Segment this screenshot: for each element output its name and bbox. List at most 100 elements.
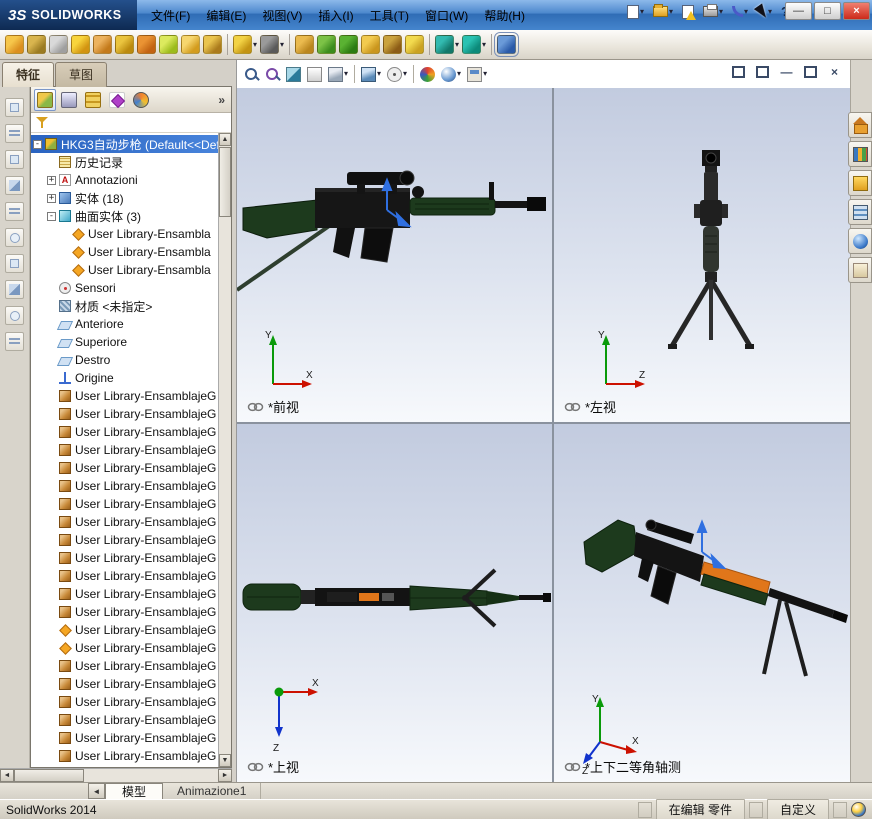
tree-item[interactable]: User Library-EnsamblajeG (31, 621, 231, 639)
display-style-icon[interactable]: ▾ (359, 65, 383, 84)
custom-properties-icon[interactable] (848, 257, 872, 283)
tree-item[interactable]: User Library-EnsamblajeG (31, 513, 231, 531)
tree-expander[interactable] (47, 590, 56, 599)
doc-tile-icon[interactable] (755, 65, 770, 79)
tree-expander[interactable] (47, 158, 56, 167)
open-document-icon[interactable]: ▾ (650, 4, 676, 19)
doc-restore-button[interactable] (803, 65, 818, 79)
tree-expander[interactable] (47, 338, 56, 347)
tree-item[interactable]: User Library-EnsamblajeG (31, 405, 231, 423)
tree-item[interactable]: User Library-EnsamblajeG (31, 567, 231, 585)
separator[interactable] (427, 34, 432, 55)
folder-gold-icon[interactable] (5, 35, 24, 54)
section-view-icon[interactable] (284, 65, 303, 84)
tree-expander[interactable] (47, 284, 56, 293)
tree-item[interactable]: User Library-EnsamblajeG (31, 531, 231, 549)
cube-green-icon[interactable] (317, 35, 337, 54)
menu-item[interactable]: 视图(V) (254, 3, 310, 28)
tree-item[interactable]: Destro (31, 351, 231, 369)
tree-expander[interactable] (47, 716, 56, 725)
left-tool-icon-1[interactable] (5, 98, 24, 117)
tree-item[interactable]: User Library-EnsamblajeG (31, 387, 231, 405)
dropdown-caret-icon[interactable]: ▾ (744, 7, 748, 16)
minimize-button[interactable]: — (785, 2, 812, 20)
tree-expander[interactable] (47, 536, 56, 545)
tree-expander[interactable] (47, 500, 56, 509)
tree-expander[interactable] (47, 608, 56, 617)
crate-icon[interactable] (115, 35, 134, 54)
tab-animation[interactable]: Animazione1 (163, 783, 262, 799)
maximize-button[interactable]: □ (814, 2, 841, 20)
tree-expander[interactable] (47, 374, 56, 383)
tree-item[interactable]: User Library-EnsamblajeG (31, 459, 231, 477)
grid-menu-icon[interactable]: ▾ (260, 35, 284, 54)
left-tool-icon-10[interactable] (5, 332, 24, 351)
annotation-view-icon[interactable] (305, 65, 324, 84)
menu-item[interactable]: 编辑(E) (198, 3, 254, 28)
spline-teal-icon[interactable]: ▾ (462, 35, 486, 54)
view-orientation-icon[interactable]: ▾ (326, 65, 350, 84)
dropdown-caret-icon[interactable]: ▾ (403, 70, 407, 78)
tree-item[interactable]: User Library-EnsamblajeG (31, 495, 231, 513)
doc-minimize-button[interactable]: — (779, 65, 794, 79)
separator[interactable] (411, 63, 416, 85)
tree-item[interactable]: User Library-EnsamblajeG (31, 441, 231, 459)
tree-expander[interactable]: - (47, 211, 56, 221)
new-document-icon[interactable]: ▾ (624, 3, 647, 21)
dropdown-caret-icon[interactable]: ▾ (344, 70, 348, 78)
tree-expander[interactable]: - (33, 139, 42, 149)
configurationmanager-tab-icon[interactable] (82, 89, 104, 111)
commandmanager-tab[interactable]: 草图 (55, 62, 108, 87)
commandmanager-tab[interactable]: 特征 (2, 62, 55, 87)
separator[interactable] (352, 63, 357, 85)
tree-item[interactable]: Anteriore (31, 315, 231, 333)
panel-overflow-chevron[interactable]: » (218, 93, 228, 107)
crate-brown-icon[interactable] (383, 35, 403, 54)
page-green-icon[interactable] (159, 35, 178, 54)
dropdown-caret-icon[interactable]: ▾ (457, 70, 461, 78)
tree-vertical-scrollbar[interactable]: ▲ ▼ (218, 133, 231, 767)
left-tool-icon-6[interactable] (5, 228, 24, 247)
viewport-left[interactable]: Y Z *左视 (554, 88, 851, 422)
quick-tips-icon[interactable] (851, 802, 866, 817)
folder-icon[interactable] (181, 35, 200, 54)
tree-item[interactable]: User Library-EnsamblajeG (31, 747, 231, 765)
tab-scroll-left-button[interactable]: ◄ (88, 783, 105, 799)
tree-expander[interactable] (47, 680, 56, 689)
scrollbar-track[interactable] (84, 769, 218, 782)
tree-expander[interactable] (60, 266, 69, 275)
box-green-icon[interactable] (339, 35, 359, 54)
select-cursor-icon[interactable]: ▾ (753, 2, 775, 21)
displaymanager-tab-icon[interactable] (130, 89, 152, 111)
tab-model[interactable]: 模型 (105, 783, 164, 799)
separator[interactable] (225, 34, 230, 55)
tree-item[interactable]: User Library-Ensambla (31, 243, 231, 261)
design-library-icon[interactable] (848, 141, 872, 167)
tree-item[interactable]: - 曲面实体 (3) (31, 207, 231, 225)
zoom-area-icon[interactable] (263, 65, 282, 84)
tree-expander[interactable] (47, 464, 56, 473)
print-document-icon[interactable]: ▾ (700, 4, 726, 19)
notebook-icon[interactable] (137, 35, 156, 54)
scroll-down-button[interactable]: ▼ (219, 754, 231, 767)
tree-expander[interactable] (47, 392, 56, 401)
viewport-isometric[interactable]: Y X Z *上下二等角轴测 (554, 424, 851, 782)
tree-root-item[interactable]: - HKG3自动步枪 (Default<<Def (31, 135, 231, 153)
tree-item[interactable]: User Library-EnsamblajeG (31, 675, 231, 693)
dropdown-caret-icon[interactable]: ▾ (669, 7, 673, 16)
tree-item[interactable]: Superiore (31, 333, 231, 351)
view-palette-icon[interactable] (848, 199, 872, 225)
left-tool-icon-4[interactable] (5, 176, 24, 195)
tree-item[interactable]: Origine (31, 369, 231, 387)
dropdown-caret-icon[interactable]: ▾ (280, 40, 284, 49)
undo-icon[interactable]: ▾ (729, 4, 751, 19)
tree-item[interactable]: User Library-EnsamblajeG (31, 585, 231, 603)
tree-expander[interactable] (60, 230, 69, 239)
menu-item[interactable]: 插入(I) (310, 3, 361, 28)
status-custom-dropdown[interactable]: 自定义 (766, 799, 829, 819)
tree-item[interactable]: User Library-EnsamblajeG (31, 549, 231, 567)
featuremanager-tab-icon[interactable] (34, 88, 56, 111)
left-tool-icon-5[interactable] (5, 202, 24, 221)
left-tool-icon-2[interactable] (5, 124, 24, 143)
tree-expander[interactable] (60, 248, 69, 257)
